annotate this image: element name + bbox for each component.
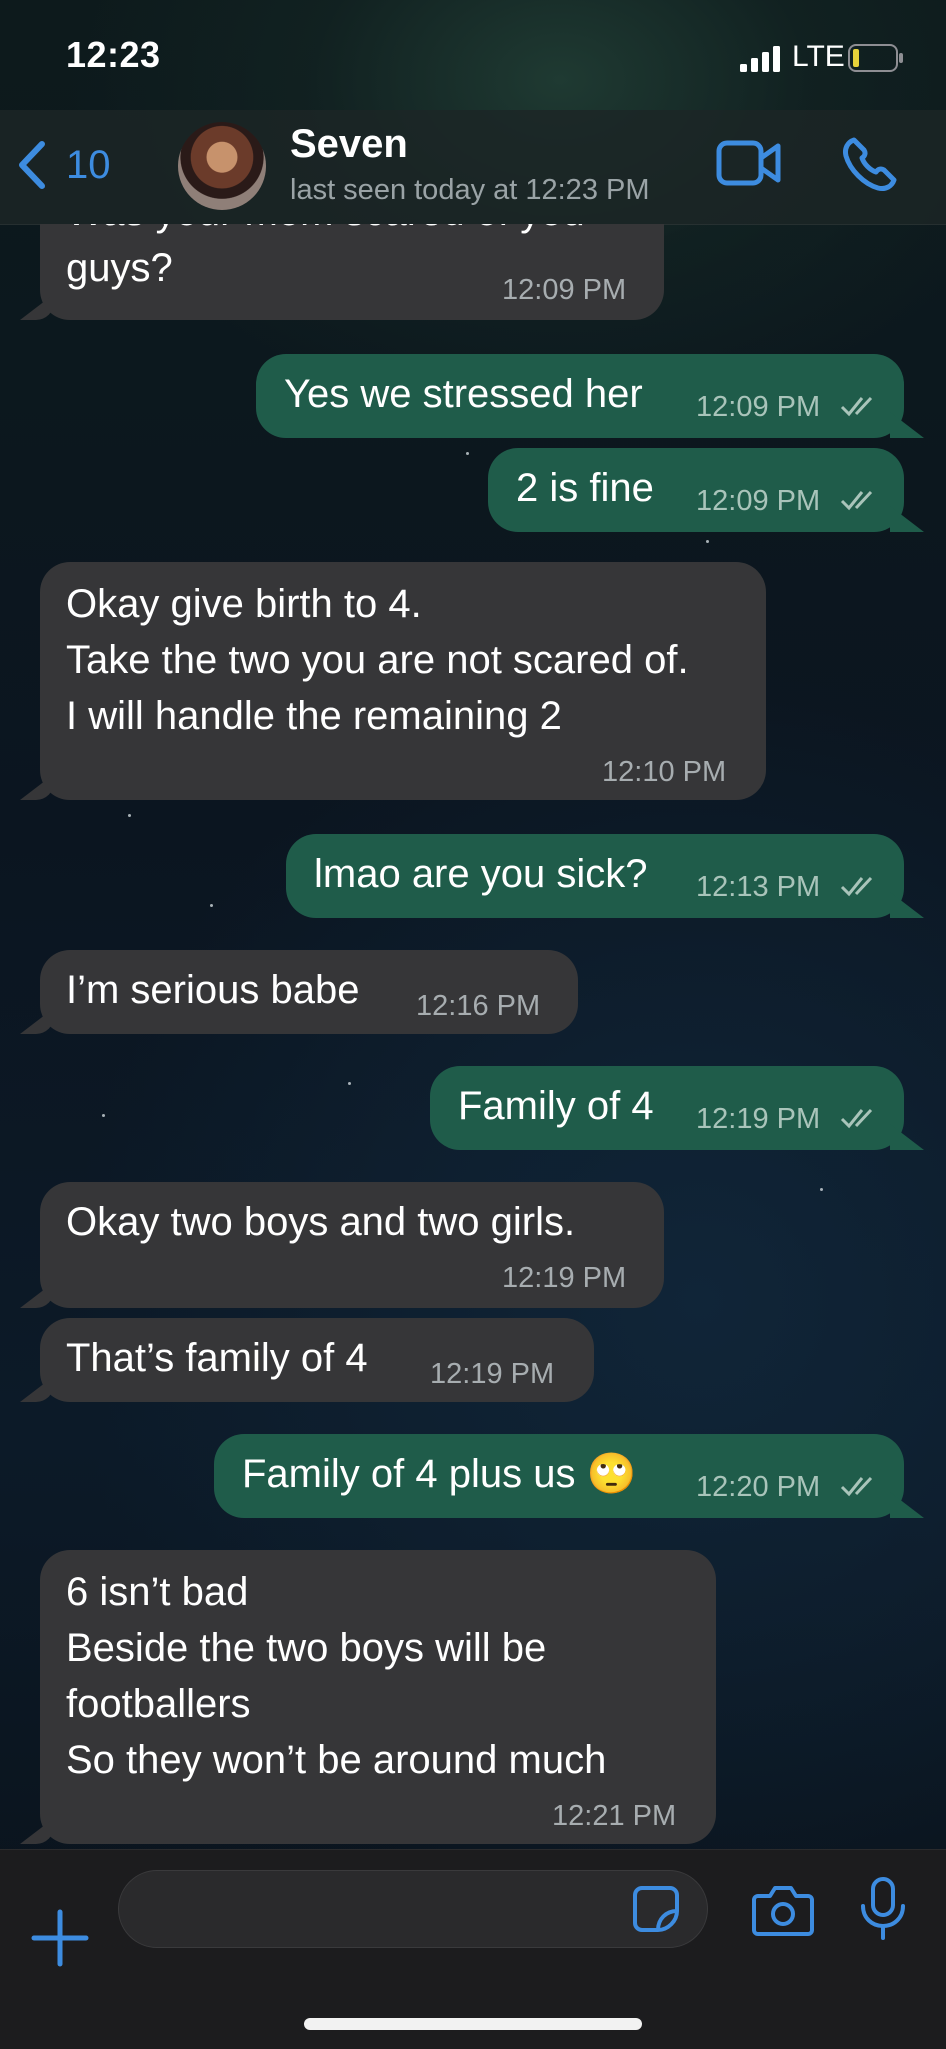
message-text: 2 is fine [516,466,654,510]
incoming-message[interactable]: 6 isn’t bad Beside the two boys will be … [40,1550,716,1844]
unread-chats-count: 10 [66,142,111,187]
network-type: LTE [792,40,845,73]
message-text: Yes we stressed her [284,372,643,416]
message-time: 12:09 PM [696,485,821,517]
signal-strength-icon [740,46,780,72]
message-text: I’m serious babe [66,968,360,1012]
message-text: lmao are you sick? [314,852,648,896]
message-time: 12:20 PM [696,1471,821,1503]
message-text: Okay give birth to 4. Take the two you a… [66,582,689,738]
message-time: 12:16 PM [416,990,541,1022]
double-check-icon [840,490,873,511]
double-check-icon [840,876,873,897]
incoming-message[interactable]: Okay two boys and two girls. 12:19 PM [40,1182,664,1308]
message-text: 6 isn’t bad Beside the two boys will be … [66,1570,607,1782]
outgoing-message[interactable]: Family of 4 12:19 PM [430,1066,904,1150]
sticker-icon[interactable] [632,1885,680,1933]
message-text: Family of 4 [458,1084,654,1128]
message-time: 12:19 PM [696,1103,821,1135]
message-list[interactable]: Was your mom scared of you guys? 12:09 P… [0,224,946,1849]
incoming-message[interactable]: Was your mom scared of you guys? 12:09 P… [40,224,664,320]
message-time: 12:09 PM [696,391,821,423]
message-time: 12:10 PM [602,756,727,788]
last-seen-status: last seen today at 12:23 PM [290,174,650,206]
status-bar: 12:23 LTE [0,0,946,110]
chat-header: 10 Seven last seen today at 12:23 PM [0,110,946,225]
message-text: Family of 4 plus us 🙄 [242,1452,637,1496]
contact-avatar[interactable] [178,122,266,210]
outgoing-message[interactable]: Family of 4 plus us 🙄 12:20 PM [214,1434,904,1518]
outgoing-message[interactable]: 2 is fine 12:09 PM [488,448,904,532]
phone-icon[interactable] [840,136,898,194]
chevron-left-icon [19,141,45,189]
contact-name[interactable]: Seven [290,122,408,167]
incoming-message[interactable]: I’m serious babe 12:16 PM [40,950,578,1034]
outgoing-message[interactable]: Yes we stressed her 12:09 PM [256,354,904,438]
outgoing-message[interactable]: lmao are you sick? 12:13 PM [286,834,904,918]
message-time: 12:13 PM [696,871,821,903]
battery-icon [848,44,903,72]
message-input[interactable] [118,1870,708,1948]
status-time: 12:23 [66,34,161,75]
camera-icon[interactable] [752,1882,814,1938]
double-check-icon [840,396,873,417]
video-camera-icon[interactable] [716,138,782,188]
message-time: 12:19 PM [430,1358,555,1390]
back-button[interactable]: 10 [18,140,111,190]
message-time: 12:09 PM [502,274,627,306]
message-text: That’s family of 4 [66,1336,368,1380]
message-composer [0,1849,946,2049]
message-text: Okay two boys and two girls. [66,1200,576,1244]
double-check-icon [840,1108,873,1129]
plus-icon[interactable] [30,1908,90,1968]
double-check-icon [840,1476,873,1497]
incoming-message[interactable]: Okay give birth to 4. Take the two you a… [40,562,766,800]
message-time: 12:21 PM [552,1800,677,1832]
message-time: 12:19 PM [502,1262,627,1294]
incoming-message[interactable]: That’s family of 4 12:19 PM [40,1318,594,1402]
home-indicator[interactable] [304,2018,642,2030]
microphone-icon[interactable] [858,1876,908,1942]
